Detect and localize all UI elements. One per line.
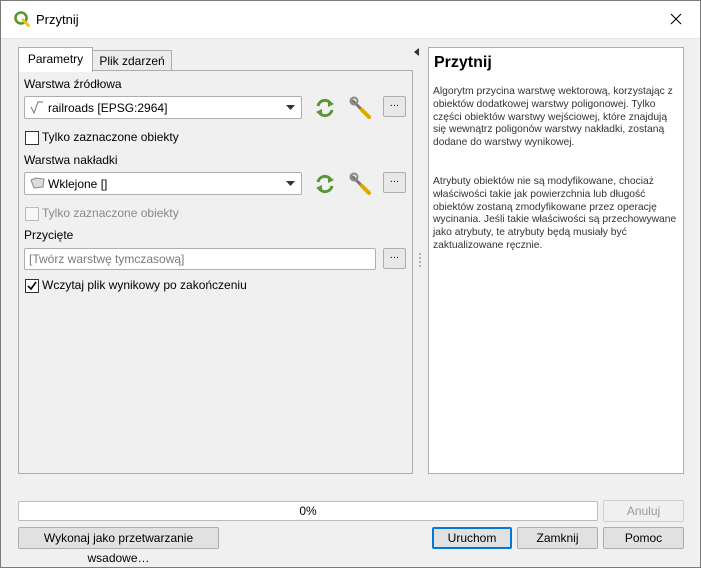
load-result-label: Wczytaj plik wynikowy po zakończeniu bbox=[42, 278, 247, 292]
run-button[interactable]: Uruchom bbox=[432, 527, 512, 549]
dialog-window: Przytnij Parametry Plik zdarzeń Warstwa … bbox=[0, 0, 701, 568]
clipped-output-options-button[interactable]: … bbox=[383, 248, 406, 269]
chevron-down-icon bbox=[286, 105, 295, 110]
overlay-layer-label: Warstwa nakładki bbox=[24, 153, 118, 167]
load-result-checkbox[interactable] bbox=[25, 279, 39, 293]
close-window-button[interactable] bbox=[654, 1, 700, 38]
clipped-output-placeholder: [Twórz warstwę tymczasową] bbox=[29, 252, 185, 266]
overlay-selected-only-label: Tylko zaznaczone obiekty bbox=[42, 206, 179, 220]
checkmark-icon bbox=[27, 281, 37, 291]
overlay-layer-options-button[interactable]: … bbox=[383, 172, 406, 193]
progress-bar: 0% bbox=[18, 501, 598, 521]
line-layer-icon bbox=[30, 101, 43, 114]
overlay-layer-combo[interactable]: Wklejone [] bbox=[24, 172, 302, 195]
source-layer-options-button[interactable]: … bbox=[383, 96, 406, 117]
help-paragraph-1: Algorytm przycina warstwę wektorową, kor… bbox=[433, 86, 673, 149]
batch-process-button[interactable]: Wykonaj jako przetwarzanie wsadowe… bbox=[18, 527, 219, 565]
source-selected-only-checkbox[interactable] bbox=[25, 131, 39, 145]
tab-parametry[interactable]: Parametry bbox=[18, 47, 93, 72]
wrench-icon[interactable] bbox=[349, 172, 373, 196]
help-title: Przytnij bbox=[434, 54, 492, 71]
close-icon bbox=[670, 13, 682, 25]
iterate-refresh-icon[interactable] bbox=[313, 96, 337, 120]
overlay-layer-value: Wklejone [] bbox=[48, 177, 108, 191]
polygon-layer-icon bbox=[30, 177, 45, 189]
collapse-help-arrow-icon[interactable] bbox=[414, 48, 420, 56]
clipped-output-label: Przycięte bbox=[24, 228, 74, 242]
window-title: Przytnij bbox=[36, 12, 79, 27]
overlay-selected-only-checkbox[interactable] bbox=[25, 207, 39, 221]
help-panel: Przytnij Algorytm przycina warstwę wekto… bbox=[428, 47, 684, 474]
iterate-refresh-icon[interactable] bbox=[313, 172, 337, 196]
wrench-icon[interactable] bbox=[349, 96, 373, 120]
source-layer-value: railroads [EPSG:2964] bbox=[48, 101, 168, 115]
cancel-button[interactable]: Anuluj bbox=[603, 500, 684, 522]
source-selected-only-label: Tylko zaznaczone obiekty bbox=[42, 130, 179, 144]
help-button[interactable]: Pomoc bbox=[603, 527, 684, 549]
clipped-output-field[interactable]: [Twórz warstwę tymczasową] bbox=[24, 248, 376, 270]
tab-plik-zdarzen[interactable]: Plik zdarzeń bbox=[92, 50, 172, 72]
progress-text: 0% bbox=[299, 504, 317, 518]
chevron-down-icon bbox=[286, 181, 295, 186]
qgis-logo-icon bbox=[14, 11, 30, 27]
close-button[interactable]: Zamknij bbox=[517, 527, 598, 549]
splitter-handle[interactable] bbox=[419, 253, 423, 267]
parameters-panel: Warstwa źródłowa railroads [EPSG:2964] …… bbox=[18, 70, 413, 474]
source-layer-label: Warstwa źródłowa bbox=[24, 77, 122, 91]
help-paragraph-2: Atrybuty obiektów nie są modyfikowane, c… bbox=[433, 176, 677, 251]
title-bar: Przytnij bbox=[1, 1, 700, 39]
source-layer-combo[interactable]: railroads [EPSG:2964] bbox=[24, 96, 302, 119]
